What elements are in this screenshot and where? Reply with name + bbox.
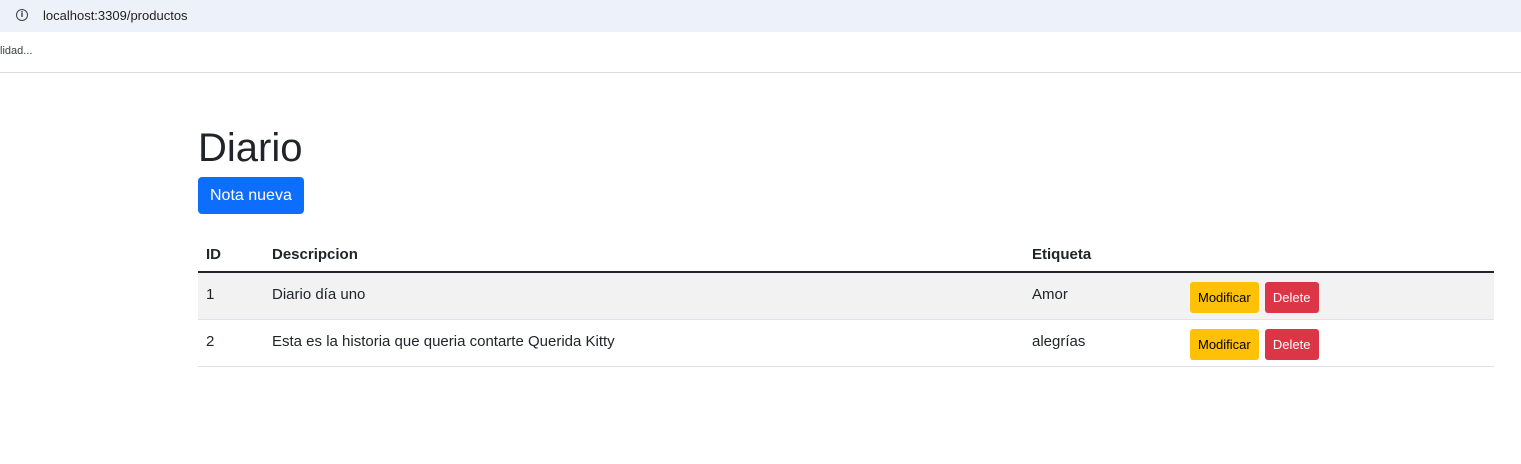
table-row: 2 Esta es la historia que queria contart… bbox=[198, 319, 1494, 367]
site-info-icon[interactable]: i bbox=[16, 9, 28, 21]
header-id: ID bbox=[198, 237, 264, 273]
bookmarks-bar: lidad... bbox=[0, 32, 1521, 73]
main-container: Diario Nota nueva ID Descripcion Etiquet… bbox=[198, 120, 1494, 367]
header-actions bbox=[1182, 237, 1494, 273]
cell-descripcion: Esta es la historia que queria contarte … bbox=[264, 319, 1024, 367]
header-descripcion: Descripcion bbox=[264, 237, 1024, 273]
cell-id: 2 bbox=[198, 319, 264, 367]
browser-address-bar: i localhost:3309/productos bbox=[0, 0, 1521, 32]
cell-etiqueta: Amor bbox=[1024, 272, 1182, 320]
cell-actions: Modificar Delete bbox=[1182, 272, 1494, 320]
delete-button[interactable]: Delete bbox=[1264, 282, 1319, 313]
cell-descripcion: Diario día uno bbox=[264, 272, 1024, 320]
cell-id: 1 bbox=[198, 272, 264, 320]
new-note-button[interactable]: Nota nueva bbox=[198, 177, 304, 214]
notes-table: ID Descripcion Etiqueta 1 Diario día uno… bbox=[198, 237, 1494, 367]
header-etiqueta: Etiqueta bbox=[1024, 237, 1182, 273]
page-title: Diario bbox=[198, 126, 303, 170]
delete-button[interactable]: Delete bbox=[1264, 328, 1319, 360]
modify-button[interactable]: Modificar bbox=[1190, 282, 1259, 313]
table-row: 1 Diario día uno Amor Modificar Delete bbox=[198, 272, 1494, 320]
cell-etiqueta: alegrías bbox=[1024, 319, 1182, 367]
cell-actions: Modificar Delete bbox=[1182, 319, 1494, 367]
url-field[interactable]: localhost:3309/productos bbox=[43, 8, 188, 23]
table-header-row: ID Descripcion Etiqueta bbox=[198, 237, 1494, 273]
modify-button[interactable]: Modificar bbox=[1190, 328, 1259, 360]
bookmark-item[interactable]: lidad... bbox=[0, 45, 32, 57]
